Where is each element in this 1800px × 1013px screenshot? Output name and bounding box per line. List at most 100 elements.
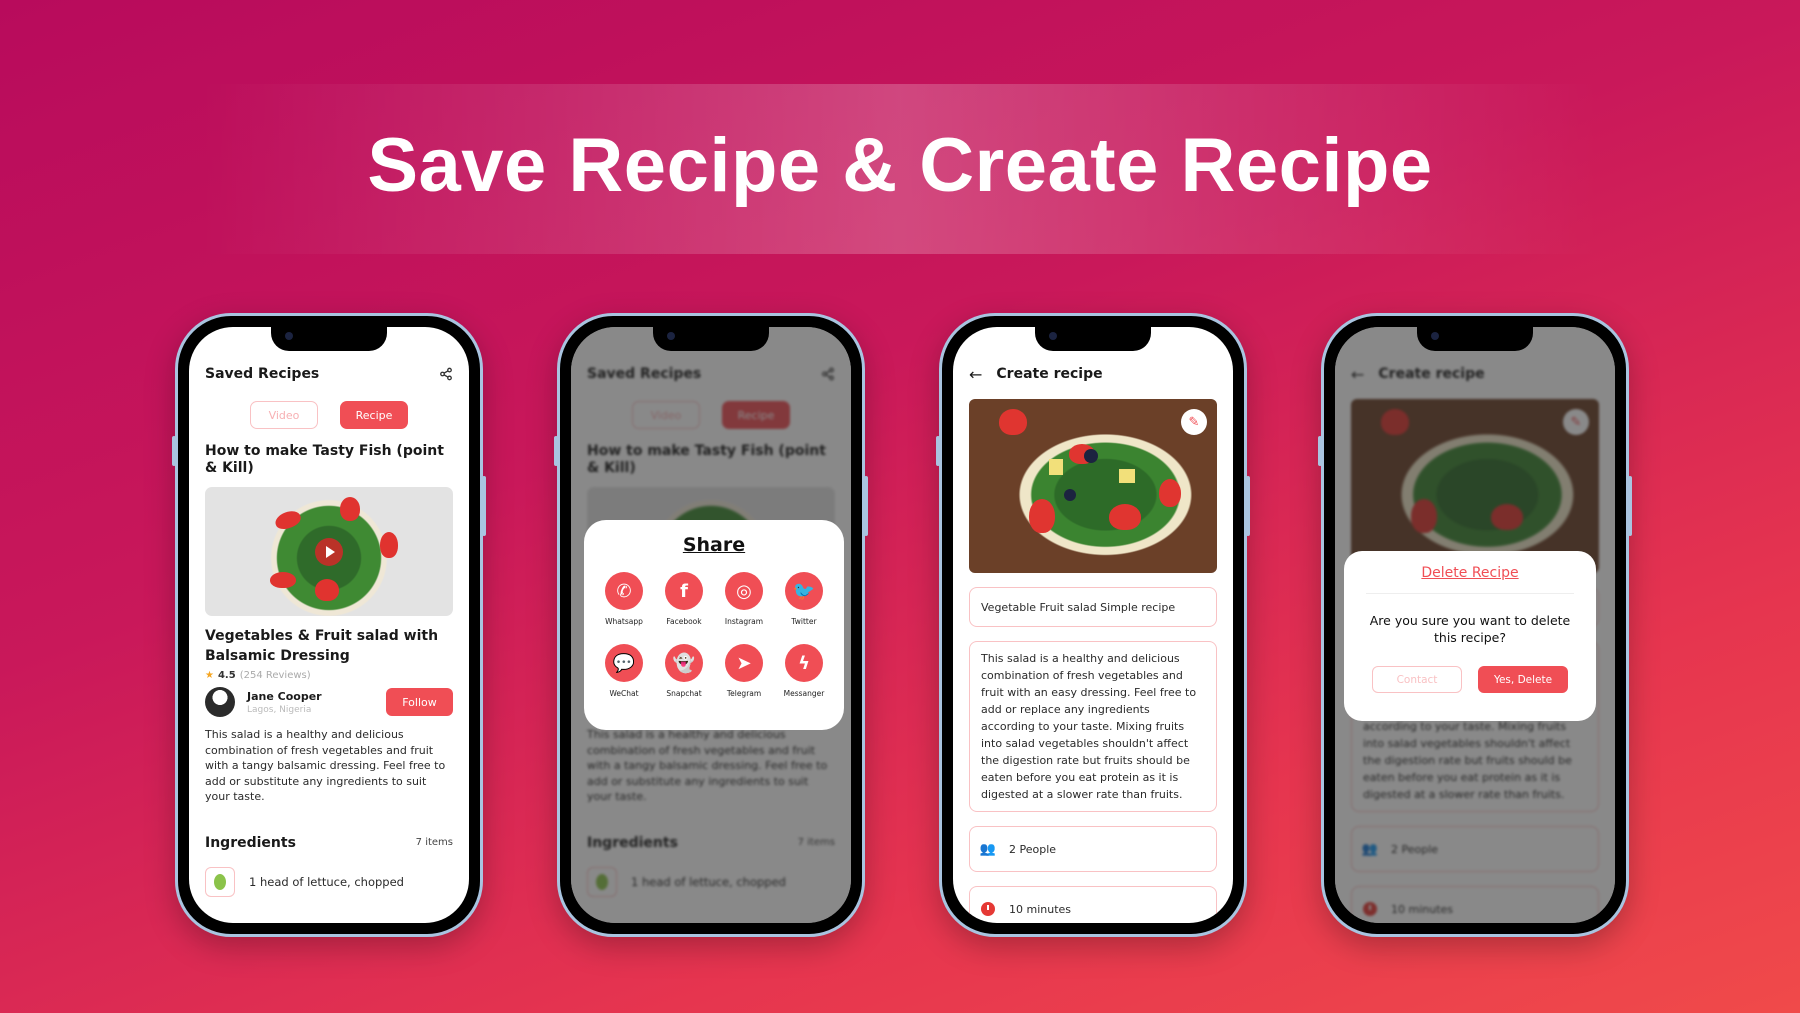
recipe-photo[interactable]: ✎ bbox=[969, 399, 1217, 573]
delete-modal-title: Delete Recipe bbox=[1421, 565, 1519, 581]
delete-confirmation-text: Are you sure you want to delete this rec… bbox=[1369, 613, 1571, 645]
food-decor bbox=[380, 532, 398, 558]
dish-name: Vegetables & Fruit salad with Balsamic D… bbox=[205, 628, 439, 664]
share-options: ✆ Whatsapp f Facebook ◎ Instagram 🐦 Twitter … bbox=[584, 572, 844, 698]
tab-video[interactable]: Video bbox=[250, 401, 318, 429]
notch bbox=[271, 327, 387, 351]
ingredients-title: Ingredients bbox=[205, 834, 296, 851]
recipe-description-input[interactable]: This salad is a healthy and delicious co… bbox=[969, 641, 1217, 812]
phone-create-recipe: ← Create recipe ✎ Vegetable Fruit salad … bbox=[936, 313, 1250, 937]
food-decor bbox=[1049, 459, 1063, 475]
delete-actions: Contact Yes, Delete bbox=[1344, 666, 1596, 693]
notch bbox=[1417, 327, 1533, 351]
phone-side-button bbox=[554, 436, 558, 466]
cook-time-value: 10 minutes bbox=[1009, 902, 1072, 916]
telegram-icon: ➤ bbox=[725, 644, 763, 682]
author-row: Jane Cooper Lagos, Nigeria Follow bbox=[205, 687, 453, 717]
phone-side-button bbox=[1628, 476, 1632, 536]
rating-value: 4.5 bbox=[217, 670, 236, 681]
phone-share: Saved Recipes Video Recipe How to make T… bbox=[554, 313, 868, 937]
recipe-video-thumbnail[interactable] bbox=[205, 487, 453, 616]
follow-button[interactable]: Follow bbox=[386, 688, 453, 716]
star-icon: ★ bbox=[205, 670, 214, 681]
food-decor bbox=[1029, 499, 1055, 533]
rating: ★ 4.5 (254 Reviews) bbox=[205, 670, 453, 681]
recipe-name-input[interactable]: Vegetable Fruit salad Simple recipe bbox=[969, 587, 1217, 627]
food-decor bbox=[1064, 489, 1076, 501]
recipe-title: How to make Tasty Fish (point & Kill) bbox=[205, 443, 444, 476]
ingredient-item[interactable]: 1 head of lettuce, chopped bbox=[205, 866, 453, 897]
share-telegram[interactable]: ➤ Telegram bbox=[714, 644, 774, 698]
screen: ← Create recipe ✎ Vegetable Fruit salad … bbox=[953, 327, 1233, 923]
phone-side-button bbox=[482, 476, 486, 536]
play-icon[interactable] bbox=[315, 537, 343, 566]
phone-side-button bbox=[1318, 436, 1322, 466]
instagram-icon: ◎ bbox=[725, 572, 763, 610]
divider bbox=[1366, 593, 1574, 594]
snapchat-icon: 👻 bbox=[665, 644, 703, 682]
phone-saved-recipes: Saved Recipes Video Recipe How to make T… bbox=[172, 313, 486, 937]
camera bbox=[1431, 332, 1439, 340]
notch bbox=[1035, 327, 1151, 351]
confirm-delete-button[interactable]: Yes, Delete bbox=[1478, 666, 1568, 693]
share-whatsapp[interactable]: ✆ Whatsapp bbox=[594, 572, 654, 626]
clock-icon bbox=[981, 902, 995, 916]
food-decor bbox=[340, 497, 360, 521]
food-decor bbox=[315, 579, 339, 601]
screen: Saved Recipes Video Recipe How to make T… bbox=[189, 327, 469, 923]
share-wechat[interactable]: 💬 WeChat bbox=[594, 644, 654, 698]
screen-title: Saved Recipes bbox=[205, 366, 320, 382]
share-facebook[interactable]: f Facebook bbox=[654, 572, 714, 626]
screen: ← Create recipe ✎ Vegetable Fruit salad … bbox=[1335, 327, 1615, 923]
messenger-icon: ϟ bbox=[785, 644, 823, 682]
author-location: Lagos, Nigeria bbox=[247, 704, 312, 715]
cook-time-input[interactable]: 10 minutes bbox=[969, 886, 1217, 923]
phone-side-button bbox=[172, 436, 176, 466]
ingredients-count: 7 items bbox=[415, 837, 453, 848]
cancel-button[interactable]: Contact bbox=[1372, 666, 1462, 693]
lettuce-icon bbox=[205, 866, 235, 897]
ingredient-text: 1 head of lettuce, chopped bbox=[249, 874, 404, 889]
phone-side-button bbox=[864, 476, 868, 536]
saved-recipes-content: Saved Recipes Video Recipe How to make T… bbox=[189, 327, 469, 923]
share-label: Instagram bbox=[724, 617, 764, 626]
create-recipe-content: ← Create recipe ✎ Vegetable Fruit salad … bbox=[953, 327, 1233, 923]
share-label: Snapchat bbox=[666, 689, 702, 698]
facebook-icon: f bbox=[665, 572, 703, 610]
food-decor bbox=[1119, 469, 1135, 483]
share-instagram[interactable]: ◎ Instagram bbox=[714, 572, 774, 626]
screen-title: Create recipe bbox=[996, 366, 1103, 382]
share-messenger[interactable]: ϟ Messanger bbox=[774, 644, 834, 698]
tab-bar: Video Recipe bbox=[205, 401, 453, 429]
recipe-description: This salad is a healthy and delicious co… bbox=[205, 728, 446, 803]
avatar[interactable] bbox=[205, 687, 235, 717]
tab-recipe[interactable]: Recipe bbox=[340, 401, 408, 429]
share-snapchat[interactable]: 👻 Snapchat bbox=[654, 644, 714, 698]
food-decor bbox=[1109, 504, 1141, 530]
people-icon: 👥 bbox=[979, 841, 997, 857]
edit-photo-pencil-icon[interactable]: ✎ bbox=[1181, 409, 1207, 435]
food-decor bbox=[1084, 449, 1098, 463]
share-modal: Share ✆ Whatsapp f Facebook ◎ Instagram 🐦 Tw… bbox=[584, 520, 844, 730]
share-label: Facebook bbox=[666, 617, 702, 626]
share-label: WeChat bbox=[609, 689, 639, 698]
food-decor bbox=[999, 409, 1027, 435]
phone-side-button bbox=[1246, 476, 1250, 536]
camera bbox=[1049, 332, 1057, 340]
food-decor bbox=[1159, 479, 1181, 507]
back-arrow-icon[interactable]: ← bbox=[969, 365, 982, 384]
share-icon[interactable] bbox=[439, 367, 453, 381]
twitter-icon: 🐦 bbox=[785, 572, 823, 610]
notch bbox=[653, 327, 769, 351]
camera bbox=[667, 332, 675, 340]
top-bar: ← Create recipe bbox=[969, 363, 1217, 385]
camera bbox=[285, 332, 293, 340]
phone-delete-recipe: ← Create recipe ✎ Vegetable Fruit salad … bbox=[1318, 313, 1632, 937]
phone-side-button bbox=[936, 436, 940, 466]
page-headline: Save Recipe & Create Recipe bbox=[367, 123, 1433, 208]
share-label: Telegram bbox=[726, 689, 762, 698]
servings-input[interactable]: 👥 2 People bbox=[969, 826, 1217, 872]
share-label: Messanger bbox=[783, 689, 825, 698]
food-decor bbox=[273, 508, 303, 532]
share-twitter[interactable]: 🐦 Twitter bbox=[774, 572, 834, 626]
